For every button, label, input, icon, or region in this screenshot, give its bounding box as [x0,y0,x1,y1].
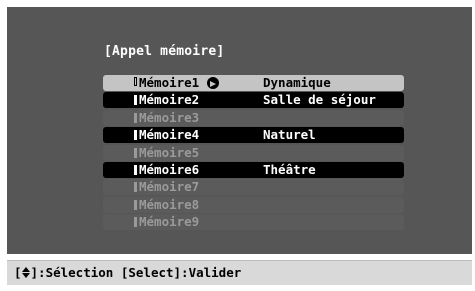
memory-name: Mémoire5 [139,144,200,160]
slot-marker-icon [134,112,137,123]
memory-row-7[interactable]: Mémoire7 [103,179,404,196]
memory-name: Mémoire1 [139,75,200,90]
memory-row-9[interactable]: Mémoire9 [103,214,404,231]
memory-mode: Dynamique [263,75,331,90]
memory-name: Mémoire4 [139,127,200,143]
memory-name: Mémoire7 [139,179,200,195]
arrow-circle-icon [207,77,219,89]
memory-row-1[interactable]: Mémoire1 Dynamique [103,75,404,91]
memory-name: Mémoire6 [139,161,200,177]
help-bar: [ ]:Sélection [Select]:Valider [7,260,472,285]
slot-marker-icon [134,147,137,158]
slot-marker-icon [134,182,137,193]
help-text: [ ]:Sélection [Select]:Valider [14,265,241,280]
memory-name: Mémoire2 [139,92,200,108]
memory-row-2[interactable]: Mémoire2 Salle de séjour [103,92,404,109]
slot-marker-icon [134,77,137,86]
memory-mode: Naturel [263,127,316,143]
slot-marker-icon [134,164,137,175]
memory-name: Mémoire3 [139,109,200,125]
memory-row-8[interactable]: Mémoire8 [103,196,404,213]
slot-marker-icon [134,199,137,210]
memory-list: Mémoire1 Dynamique Mémoire2 Salle de séj… [103,75,404,232]
help-open-bracket: [ [14,265,22,280]
slot-marker-icon [134,217,137,228]
memory-row-4[interactable]: Mémoire4 Naturel [103,127,404,144]
memory-row-3[interactable]: Mémoire3 [103,109,404,126]
memory-mode: Théâtre [263,161,316,177]
memory-recall-panel: [Appel mémoire] Mémoire1 Dynamique Mémoi… [7,7,472,254]
memory-mode: Salle de séjour [263,92,376,108]
up-down-arrows-icon [21,267,31,278]
dialog-title: [Appel mémoire] [104,44,225,59]
help-hint: ]:Sélection [Select]:Valider [30,265,242,280]
memory-row-6[interactable]: Mémoire6 Théâtre [103,161,404,178]
memory-row-5[interactable]: Mémoire5 [103,144,404,161]
slot-marker-icon [134,95,137,106]
memory-name: Mémoire9 [139,214,200,230]
memory-name: Mémoire8 [139,196,200,212]
slot-marker-icon [134,130,137,141]
